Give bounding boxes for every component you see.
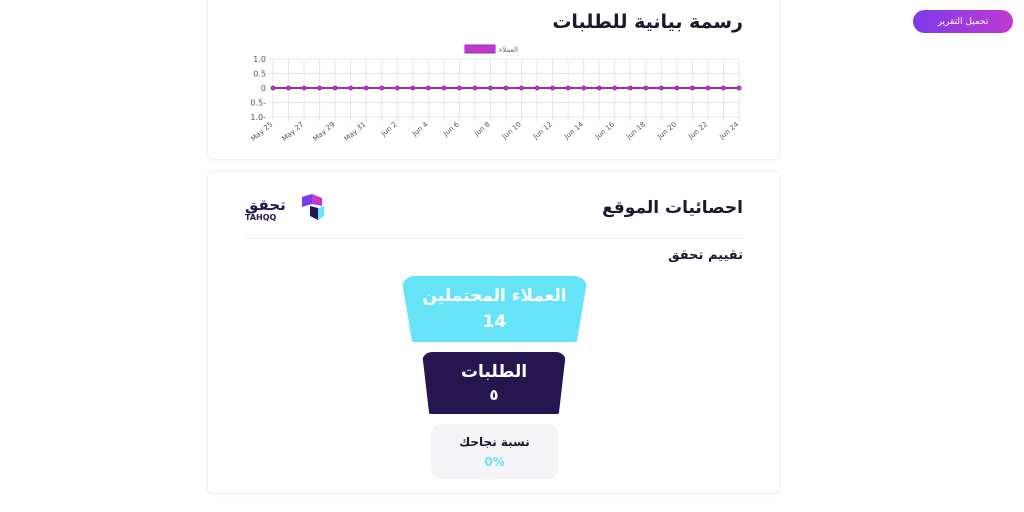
data-point xyxy=(332,85,338,91)
y-tick-label: 0.5- xyxy=(250,99,266,108)
data-point xyxy=(519,85,524,91)
funnel-orders-stage: الطلبات ٥ xyxy=(422,352,566,414)
data-point xyxy=(425,85,431,91)
download-report-button[interactable]: تحميل التقرير xyxy=(913,10,1013,33)
data-point xyxy=(736,85,742,91)
data-point xyxy=(286,85,291,91)
data-point xyxy=(270,85,276,91)
data-point xyxy=(721,85,726,91)
y-tick-label: 1.0 xyxy=(253,55,266,64)
data-point xyxy=(301,85,307,91)
data-point xyxy=(643,85,649,91)
x-tick-label: May 25 xyxy=(250,120,275,143)
data-point xyxy=(379,85,385,91)
logo-latin-text: TAHQQ xyxy=(245,213,277,222)
data-point xyxy=(674,85,680,91)
orders-label: الطلبات xyxy=(460,362,528,382)
logo-arabic-text: تحقق xyxy=(245,196,286,214)
x-tick-label: Jun 14 xyxy=(562,120,585,141)
x-tick-label: May 29 xyxy=(312,120,337,143)
leads-value: 14 xyxy=(482,312,507,332)
conversion-rate-box: نسبة نجاحك 0% xyxy=(431,424,558,479)
data-point xyxy=(705,85,711,91)
data-point xyxy=(534,85,540,91)
data-point xyxy=(441,85,447,91)
data-point xyxy=(410,85,416,91)
data-point xyxy=(627,85,633,91)
orders-value: ٥ xyxy=(489,386,499,404)
x-tick-label: Jun 24 xyxy=(717,120,740,141)
data-point xyxy=(550,85,556,91)
y-tick-label: 0 xyxy=(261,84,266,93)
x-tick-label: Jun 6 xyxy=(441,120,461,138)
data-point xyxy=(658,85,664,91)
conversion-value: 0% xyxy=(484,454,505,469)
legend-label: العملاء xyxy=(499,46,518,54)
data-point xyxy=(689,85,695,91)
data-point xyxy=(394,85,400,91)
x-tick-label: Jun 18 xyxy=(624,120,647,141)
x-tick-label: Jun 22 xyxy=(686,120,709,141)
x-tick-label: Jun 8 xyxy=(472,120,491,138)
data-point xyxy=(565,85,571,91)
data-point xyxy=(612,85,618,91)
x-tick-label: Jun 16 xyxy=(593,120,616,141)
divider xyxy=(244,238,743,239)
x-tick-label: May 31 xyxy=(343,120,368,143)
x-tick-label: Jun 12 xyxy=(531,120,554,141)
stats-card-title: احصائيات الموقع xyxy=(602,198,743,218)
data-point xyxy=(317,85,322,91)
data-point xyxy=(363,85,369,91)
data-point xyxy=(348,85,354,91)
site-stats-card: احصائيات الموقع تحقق TAHQQ تقييم تحقق ال… xyxy=(207,171,780,494)
conversion-label: نسبة نجاحك xyxy=(459,434,530,449)
data-point xyxy=(503,85,509,91)
leads-label: العملاء المحتملين xyxy=(422,286,567,306)
funnel-leads-stage: العملاء المحتملين 14 xyxy=(401,276,588,342)
x-tick-label: Jun 2 xyxy=(379,120,398,138)
y-tick-label: 1.0- xyxy=(250,113,266,122)
data-point xyxy=(581,85,587,91)
page: تحميل التقرير رسمة بيانية للطلبات 1.0 0.5… xyxy=(0,0,1024,512)
orders-line-chart: 1.0 0.5 0 0.5- 1.0-May 25 May 27 May 29 May 31 J… xyxy=(250,44,742,143)
tahqq-logo: تحقق TAHQQ xyxy=(245,194,324,222)
orders-chart-card: رسمة بيانية للطلبات 1.0 0.5 0 0.5- 1.0- May 2… xyxy=(207,0,780,160)
x-tick-label: Jun 20 xyxy=(655,120,678,141)
legend-swatch xyxy=(464,44,496,54)
data-point xyxy=(456,85,462,91)
data-point xyxy=(472,85,478,91)
data-point xyxy=(596,85,602,91)
y-tick-label: 0.5 xyxy=(253,70,266,79)
x-tick-label: May 27 xyxy=(281,120,306,143)
x-tick-label: Jun 4 xyxy=(410,120,430,138)
x-tick-label: Jun 10 xyxy=(500,120,523,141)
data-point xyxy=(488,85,493,91)
logo-mark-icon xyxy=(302,194,324,220)
rating-section-title: تقييم تحقق xyxy=(668,248,743,263)
